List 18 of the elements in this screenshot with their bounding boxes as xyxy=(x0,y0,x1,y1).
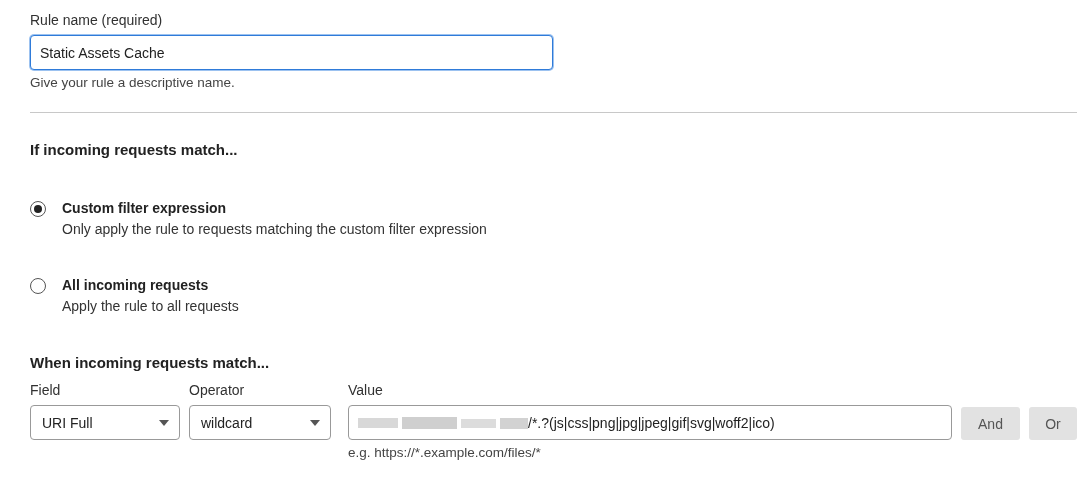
value-input[interactable]: /*.?(js|css|png|jpg|jpeg|gif|svg|woff2|ico) xyxy=(348,405,952,440)
field-select[interactable]: URI Full xyxy=(30,405,180,440)
rule-name-input[interactable]: Static Assets Cache xyxy=(30,35,553,70)
field-label: Value xyxy=(348,382,384,398)
option-title: All incoming requests xyxy=(62,277,210,293)
dropdown-caret-icon xyxy=(159,419,169,426)
field-label: Rule name (required) xyxy=(30,12,164,28)
section-heading: If incoming requests match... xyxy=(30,141,239,158)
operator-select[interactable]: wildcard xyxy=(189,405,331,440)
field-label: Field xyxy=(30,382,62,398)
option-description: Only apply the rule to requests matching the custom filter expression xyxy=(62,221,487,237)
option-title: Custom filter expression xyxy=(62,200,228,216)
section-heading: When incoming requests match... xyxy=(30,354,271,371)
field-label: Operator xyxy=(189,382,246,398)
dropdown-caret-icon xyxy=(310,419,320,426)
hint-text: e.g. https://*.example.com/files/* xyxy=(348,445,542,460)
option-description: Apply the rule to all requests xyxy=(62,298,239,314)
hint-text: Give your rule a descriptive name. xyxy=(30,75,236,90)
